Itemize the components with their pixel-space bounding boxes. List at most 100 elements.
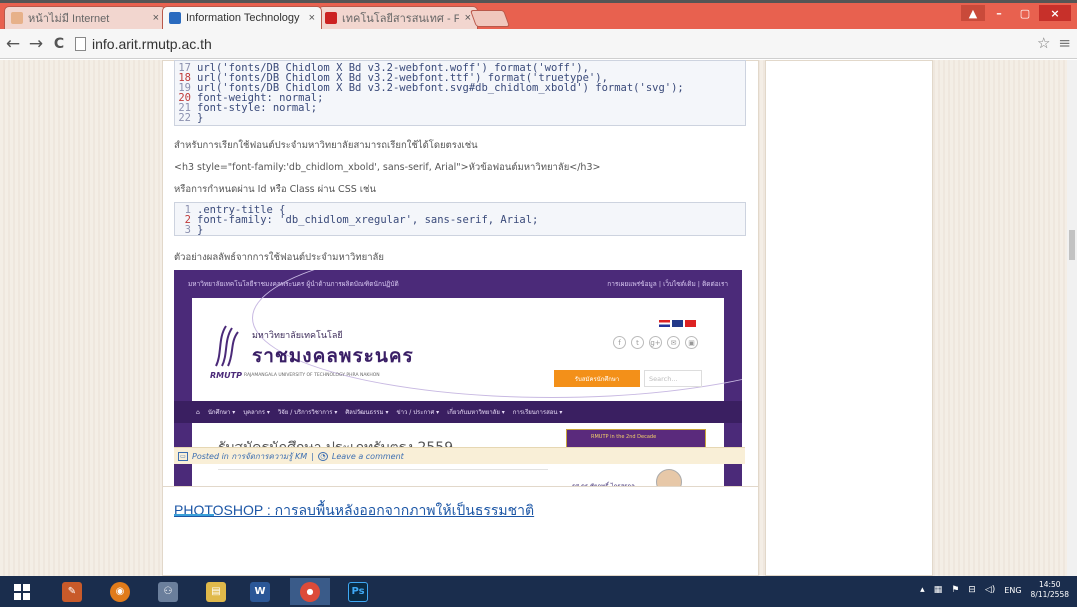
back-icon[interactable]: ← (3, 33, 23, 55)
rmutp-english-name: RAJAMANGALA UNIVERSITY OF TECHNOLOGY PHR… (244, 373, 380, 378)
taskbar-word[interactable]: W (240, 578, 280, 605)
uk-flag-icon (672, 320, 683, 327)
bookmark-star-icon[interactable]: ☆ (1037, 34, 1050, 52)
tab-close-icon[interactable]: × (309, 12, 315, 24)
notes-icon: ▤ (206, 581, 226, 602)
mail-icon: ✉ (667, 336, 680, 349)
china-flag-icon (685, 320, 696, 327)
browser-toolbar: ← → C info.arit.rmutp.ac.th ☆ ≡ (0, 29, 1077, 59)
code-line: 22} (178, 112, 204, 124)
language-indicator[interactable]: ENG (1004, 586, 1021, 595)
photoshop-icon: Ps (348, 581, 368, 602)
taskbar-firefox[interactable]: ◉ (100, 578, 140, 605)
title-edge (0, 0, 1077, 3)
bar-chart-icon (169, 12, 181, 24)
action-center-icon[interactable]: ▦ (934, 585, 943, 595)
separator: | (311, 451, 314, 461)
apply-button: รับสมัครนักศึกษา (554, 370, 640, 387)
tab-information-technology[interactable]: Information Technology × (162, 6, 322, 29)
home-icon: ⌂ (196, 408, 200, 416)
example-screenshot: มหาวิทยาลัยเทคโนโลยีราชมงคลพระนคร ผู้นำด… (174, 270, 742, 500)
volume-icon[interactable]: ◁) (985, 585, 995, 595)
paint-icon: ✎ (62, 581, 82, 602)
university-name-small: มหาวิทยาลัยเทคโนโลยี (252, 331, 343, 341)
posted-in-link[interactable]: Posted in การจัดการความรู้ KM (192, 450, 307, 463)
screen: หน้าไม่มี Internet × Information Technol… (0, 0, 1077, 607)
code-line: 3} (184, 224, 204, 236)
tab-youtube[interactable]: เทคโนโลยีสารสนเทศ - Fi × (318, 6, 478, 29)
menu-icon[interactable]: ≡ (1058, 34, 1071, 52)
university-logo-icon (215, 325, 239, 367)
tab-close-icon[interactable]: × (153, 12, 159, 24)
paragraph-result-example: ตัวอย่างผลลัพธ์จากการใช้ฟอนต์ประจำมหาวิท… (174, 252, 384, 263)
system-tray: ▴ ▦ ⚑ ⊟ ◁) ENG 14:50 8/11/2558 (920, 580, 1069, 600)
rmutp-wordmark: RMUTP (210, 371, 242, 380)
comment-icon: ◔ (317, 451, 328, 461)
minimize-button[interactable]: – (987, 5, 1011, 21)
code-line: 2 font-family: 'db_chidlom_xregular', san… (184, 214, 539, 226)
paragraph-css-class: หรือการกำหนดผ่าน Id หรือ Class ผ่าน CSS … (174, 184, 376, 195)
paragraph-h3-example: <h3 style="font-family:'db_chidlom_xbold… (174, 162, 601, 173)
close-button[interactable]: × (1039, 5, 1071, 21)
paragraph-font-usage: สำหรับการเรียกใช้ฟอนต์ประจำมหาวิทยาลัยสา… (174, 140, 478, 151)
menu-item: วิจัย / บริการวิชาการ ▾ (277, 409, 338, 416)
tab-label: Information Technology (186, 12, 300, 24)
embed-header: มหาวิทยาลัยเทคโนโลยี ราชมงคลพระนคร RMUTP… (192, 270, 742, 401)
googleplus-icon: g+ (649, 336, 662, 349)
reload-icon[interactable]: C (49, 33, 69, 55)
thai-flag-icon (659, 320, 670, 327)
page-icon (75, 36, 86, 51)
twitter-icon: t (631, 336, 644, 349)
flag-icon[interactable]: ⚑ (951, 585, 959, 595)
new-tab-button[interactable] (469, 10, 511, 27)
embed-search: Search... (644, 370, 702, 387)
code-block-font-face: 17 url('fonts/DB Chidlom X Bd v3.2-webfon… (174, 60, 746, 126)
language-flags (659, 320, 696, 327)
banner-text: RMUTP in the 2nd Decade (591, 434, 657, 440)
taskbar: ✎ ◉ ⚇ ▤ W ● Ps ▴ ▦ ⚑ ⊟ ◁) ENG 14:50 8/11… (0, 576, 1077, 607)
menu-item: บุคลากร ▾ (243, 409, 270, 416)
user-icon[interactable]: ▲ (961, 5, 985, 21)
network-icon: ⚇ (158, 581, 178, 602)
taskbar-notes[interactable]: ▤ (196, 578, 236, 605)
scrollbar-thumb[interactable] (1069, 230, 1075, 260)
leave-comment-link[interactable]: Leave a comment (332, 452, 404, 461)
youtube-icon (325, 12, 337, 24)
next-post-title-link[interactable]: PHOTOSHOP : การลบพื้นหลังออกจากภาพให้เป็… (174, 500, 534, 522)
post-footer: ▭ Posted in การจัดการความรู้ KM | ◔ Leav… (174, 447, 745, 464)
rss-icon: ▣ (685, 336, 698, 349)
right-sidebar (765, 60, 933, 576)
clock[interactable]: 14:50 8/11/2558 (1031, 580, 1069, 600)
forward-icon[interactable]: → (26, 33, 46, 55)
divider (218, 469, 548, 470)
page-icon (11, 12, 23, 24)
network-tray-icon[interactable]: ⊟ (968, 585, 976, 595)
tab-label: หน้าไม่มี Internet (28, 13, 110, 25)
code-block-entry-title: 1 .entry-title { 2 font-family: 'db_chidlo… (174, 202, 746, 236)
clock-date: 8/11/2558 (1030, 590, 1069, 599)
code-line: 21 font-style: normal; (178, 102, 318, 114)
tab-close-icon[interactable]: × (465, 12, 471, 24)
windows-start-icon[interactable] (14, 584, 30, 600)
taskbar-paint[interactable]: ✎ (52, 578, 92, 605)
scrollbar[interactable] (1067, 60, 1077, 576)
tab-offline[interactable]: หน้าไม่มี Internet × (4, 6, 166, 29)
taskbar-network[interactable]: ⚇ (148, 578, 188, 605)
word-icon: W (250, 581, 270, 602)
window-controls: ▲ – ▢ × (961, 5, 1071, 21)
toolbar-right: ☆ ≡ (1037, 34, 1071, 52)
tray-expand-icon[interactable]: ▴ (920, 585, 925, 595)
clock-time: 14:50 (1038, 580, 1061, 589)
maximize-button[interactable]: ▢ (1013, 5, 1037, 21)
social-icons: f t g+ ✉ ▣ (613, 336, 698, 349)
next-post-accent (174, 514, 214, 516)
university-name-big: ราชมงคลพระนคร (252, 345, 414, 367)
menu-item: ข่าว / ประกาศ ▾ (396, 409, 440, 416)
address-bar[interactable]: info.arit.rmutp.ac.th (75, 36, 212, 52)
taskbar-photoshop[interactable]: Ps (338, 578, 378, 605)
tab-label: เทคโนโลยีสารสนเทศ - Fi (342, 13, 459, 25)
menu-item: การเรียนการสอน ▾ (512, 409, 563, 416)
menu-item: นักศึกษา ▾ (207, 409, 236, 416)
taskbar-chrome[interactable]: ● (290, 578, 330, 605)
facebook-icon: f (613, 336, 626, 349)
